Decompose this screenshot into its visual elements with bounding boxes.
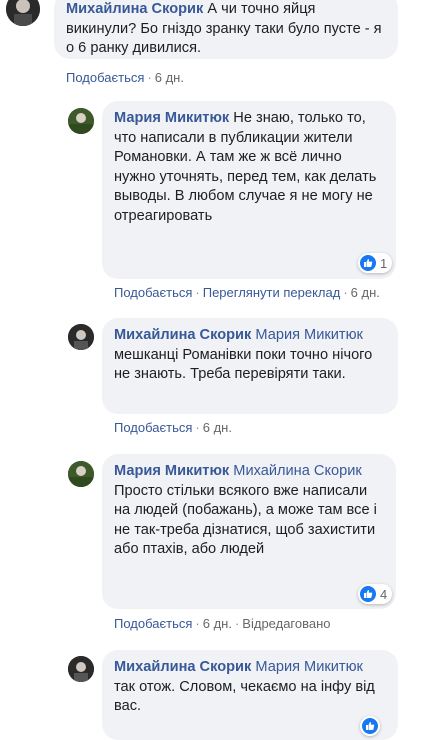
comment-bubble: Михайлина Скорик А чи точно яйця викинул…	[54, 0, 398, 59]
avatar-mykhailyna[interactable]	[6, 0, 40, 26]
avatar-mariya[interactable]	[68, 108, 94, 134]
comment-time[interactable]: 6 дн.	[155, 70, 184, 85]
comment-author[interactable]: Мария Микитюк	[114, 110, 229, 126]
reaction-count[interactable]: 1	[358, 253, 393, 273]
comment-bubble: Михайлина Скорик Мария Микитюк так отож.…	[102, 650, 398, 740]
comment-actions: Подобається · 6 дн.	[66, 70, 184, 85]
comment-bubble: Мария Микитюк Не знаю, только то, что на…	[102, 101, 396, 279]
comment-author[interactable]: Михайлина Скорик	[114, 659, 251, 675]
thumbs-up-icon	[360, 255, 376, 271]
like-link[interactable]: Подобається	[114, 616, 192, 631]
mention-link[interactable]: Михайлина Скорик	[233, 463, 361, 479]
comment-actions: Подобається · 6 дн.	[114, 420, 232, 435]
comment-author[interactable]: Михайлина Скорик	[66, 1, 203, 17]
comment-actions: Подобається · 6 дн. · Відредаговано	[114, 616, 331, 631]
comment-time[interactable]: 6 дн.	[203, 420, 232, 435]
comment-text: Просто стільки всякого вже написали на л…	[114, 482, 377, 558]
like-link[interactable]: Подобається	[66, 70, 144, 85]
comment-author[interactable]: Михайлина Скорик	[114, 327, 251, 343]
reaction-badge[interactable]	[360, 716, 380, 736]
comment-bubble: Михайлина Скорик Мария Микитюк мешканці …	[102, 318, 398, 414]
thumbs-up-icon	[360, 586, 376, 602]
like-link[interactable]: Подобається	[114, 420, 192, 435]
comment-text: мешканці Романівки поки точно нічого не …	[114, 346, 373, 383]
thumbs-up-icon	[362, 718, 378, 734]
mention-link[interactable]: Мария Микитюк	[255, 327, 363, 343]
comment-bubble: Мария Микитюк Михайлина Скорик Просто ст…	[102, 454, 396, 609]
reaction-number: 4	[380, 586, 388, 602]
avatar-mykhailyna[interactable]	[68, 656, 94, 682]
comment-author[interactable]: Мария Микитюк	[114, 463, 229, 479]
like-link[interactable]: Подобається	[114, 285, 192, 300]
translate-link[interactable]: Переглянути переклад	[203, 285, 341, 300]
mention-link[interactable]: Мария Микитюк	[255, 659, 363, 675]
comment-time[interactable]: 6 дн.	[351, 285, 380, 300]
avatar-mykhailyna[interactable]	[68, 324, 94, 350]
comment-text: Не знаю, только то, что написали в публи…	[114, 110, 377, 224]
edited-label[interactable]: Відредаговано	[242, 616, 330, 631]
comment-text: так отож. Словом, чекаємо на інфу від ва…	[114, 678, 375, 715]
comment-time[interactable]: 6 дн.	[203, 616, 232, 631]
avatar-mariya[interactable]	[68, 461, 94, 487]
reaction-count[interactable]: 4	[358, 584, 393, 604]
reaction-number: 1	[380, 255, 388, 271]
comment-actions: Подобається · Переглянути переклад · 6 дн.	[114, 285, 380, 300]
